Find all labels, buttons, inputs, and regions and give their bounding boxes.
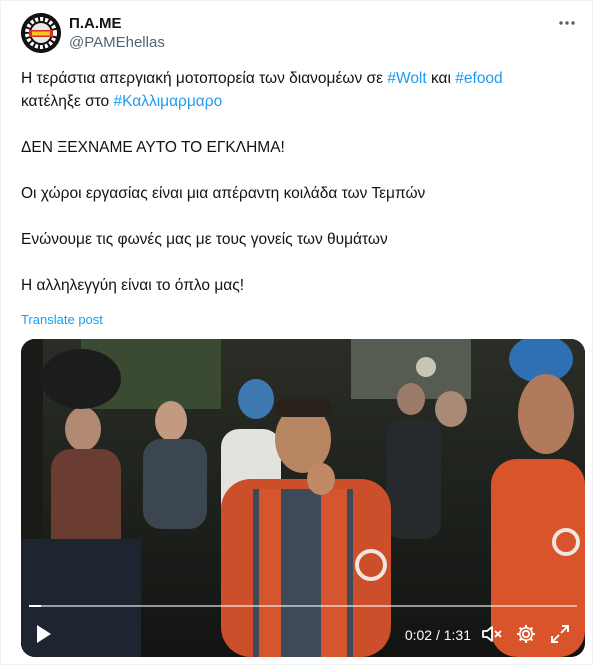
post-text: Η τεράστια απεργιακή μοτοπορεία των διαν… [21,67,581,297]
post-paragraph: Οι χώροι εργασίας είναι μια απέραντη κοι… [21,185,426,202]
video-progress-bar[interactable] [29,605,577,607]
volume-muted-icon[interactable] [481,623,503,650]
more-dots-icon[interactable] [556,13,578,35]
video-controls: 0:02 / 1:31 [21,613,585,657]
account-handle[interactable]: @PAMEhellas [69,33,165,53]
post-text-segment: κατέληξε στο [21,93,114,110]
translate-post-link[interactable]: Translate post [21,312,103,327]
avatar[interactable] [21,13,61,53]
pame-logo-icon [21,13,61,53]
fullscreen-icon[interactable] [549,623,571,650]
hashtag-link[interactable]: #efood [455,70,502,87]
display-name[interactable]: Π.Α.ΜΕ [69,14,165,33]
post-paragraph: Ενώνουμε τις φωνές μας με τους γονείς τω… [21,231,388,248]
post-line: Η τεράστια απεργιακή μοτοπορεία των διαν… [21,67,581,90]
video-time: 0:02 / 1:31 [404,627,471,643]
hashtag-link[interactable]: #Καλλιμαρμαρο [113,93,222,110]
video-player[interactable]: 0:02 / 1:31 [21,339,585,657]
tweet-header: Π.Α.ΜΕ @PAMEhellas [21,13,578,55]
tweet-card: Π.Α.ΜΕ @PAMEhellas Η τεράστια απεργιακή … [0,0,593,665]
post-text-segment: και [426,70,456,87]
post-line: κατέληξε στο #Καλλιμαρμαρο [21,90,581,113]
video-frame [21,339,585,657]
post-text-segment: Η τεράστια απεργιακή μοτοπορεία των διαν… [21,70,388,87]
settings-gear-icon[interactable] [515,623,537,650]
video-progress-fill [29,605,42,607]
post-paragraph: Η αλληλεγγύη είναι το όπλο μας! [21,277,244,294]
account-names: Π.Α.ΜΕ @PAMEhellas [69,14,165,53]
hashtag-link[interactable]: #Wolt [387,70,426,87]
play-icon[interactable] [35,623,53,650]
post-paragraph: ΔΕΝ ΞΕΧΝΑΜΕ ΑΥΤΟ ΤΟ ΕΓΚΛΗΜΑ! [21,139,285,156]
